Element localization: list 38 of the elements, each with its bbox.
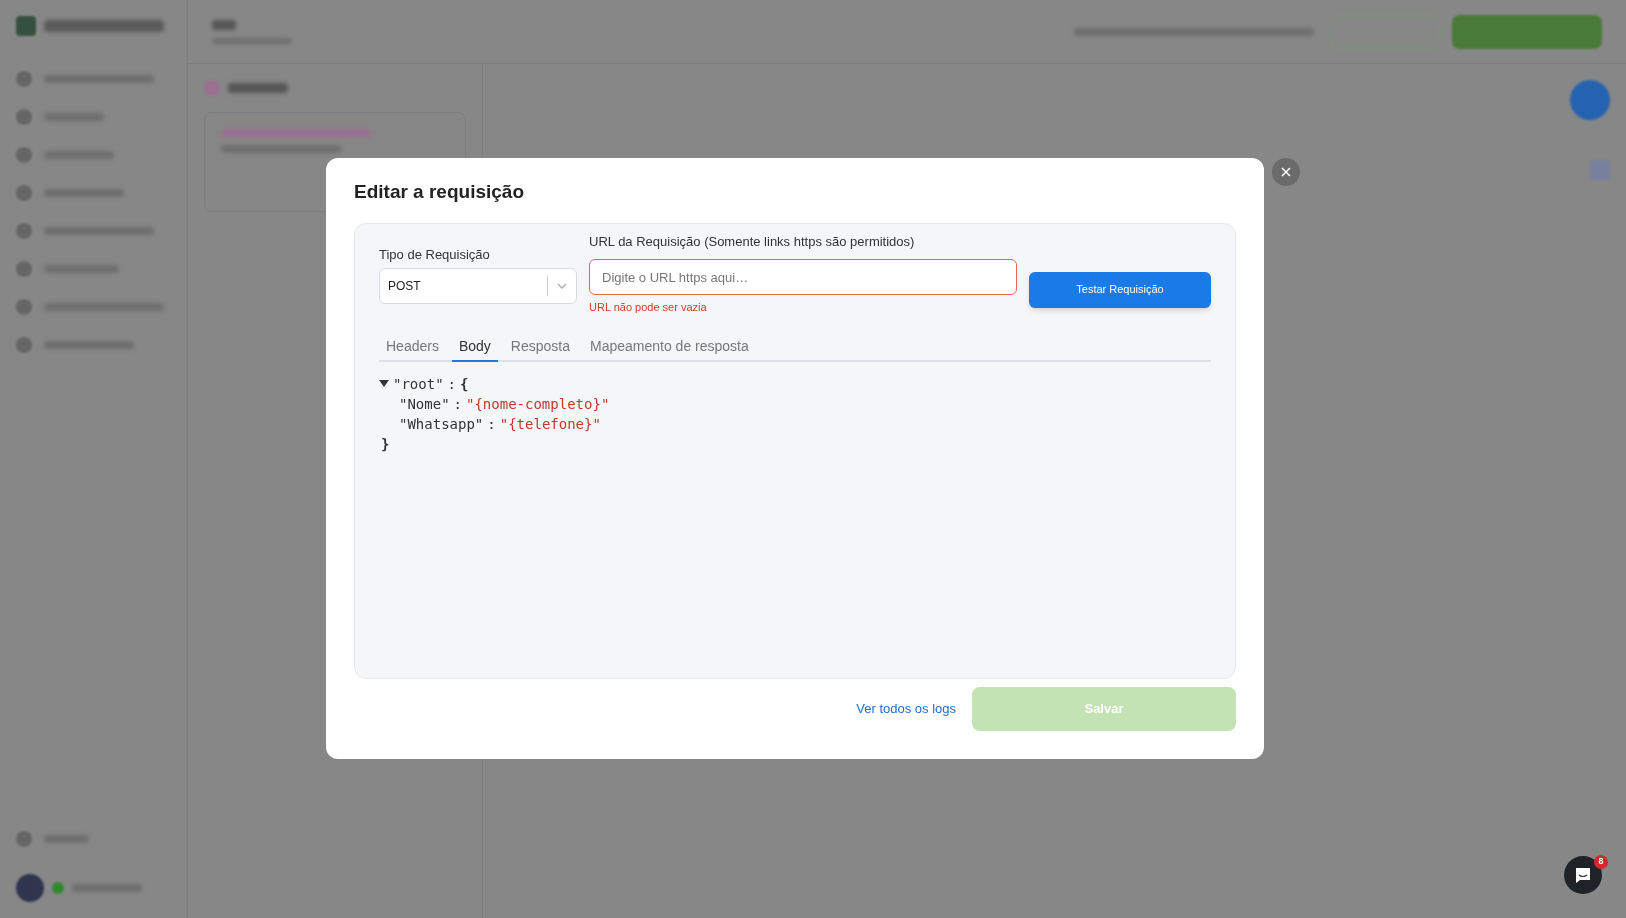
menu-icon xyxy=(16,71,32,87)
modal-title: Editar a requisição xyxy=(354,180,525,204)
tab[interactable]: Body xyxy=(451,335,498,362)
error-message: URL não pode ser vazia xyxy=(589,300,708,315)
tab[interactable]: Resposta xyxy=(503,335,577,362)
json-value: "{telefone}" xyxy=(499,414,601,434)
field-label: Tipo de Requisição xyxy=(379,245,491,264)
menu-icon xyxy=(16,831,32,847)
json-key: "root" xyxy=(393,373,444,394)
tab[interactable]: Mapeamento de resposta xyxy=(583,335,756,362)
json-brace: } xyxy=(381,435,390,452)
field-label: URL da Requisição (Somente links https são permitidos) xyxy=(589,232,916,251)
blurred-text xyxy=(228,83,288,93)
request-type-select[interactable]: POST xyxy=(379,268,577,304)
menu-icon xyxy=(16,223,32,239)
url-input-field[interactable]: Digite o URL https aqui… xyxy=(589,259,1017,295)
json-brace: { xyxy=(460,374,469,394)
menu-icon xyxy=(16,109,32,125)
json-key: "Nome" xyxy=(399,393,450,414)
menu-icon xyxy=(16,299,32,315)
collapse-triangle-icon[interactable] xyxy=(379,379,389,388)
test-request-button[interactable]: Testar Requisição xyxy=(1029,271,1211,308)
tab[interactable]: Headers xyxy=(379,335,446,362)
chat-icon xyxy=(1574,866,1592,884)
blurred-text xyxy=(212,19,236,30)
json-colon: : xyxy=(447,374,456,394)
json-key: "Whatsapp" xyxy=(399,413,484,434)
json-colon: : xyxy=(487,414,496,434)
close-icon xyxy=(1281,167,1291,177)
menu-icon xyxy=(16,185,32,201)
avatar xyxy=(16,874,44,902)
logs-link[interactable]: Ver todos os logs xyxy=(856,698,956,719)
menu-icon xyxy=(16,261,32,277)
json-value: "{nome-completo}" xyxy=(466,394,610,414)
json-colon: : xyxy=(453,394,462,414)
menu-icon xyxy=(16,147,32,163)
menu-icon xyxy=(16,337,32,353)
logo-icon xyxy=(16,16,36,36)
